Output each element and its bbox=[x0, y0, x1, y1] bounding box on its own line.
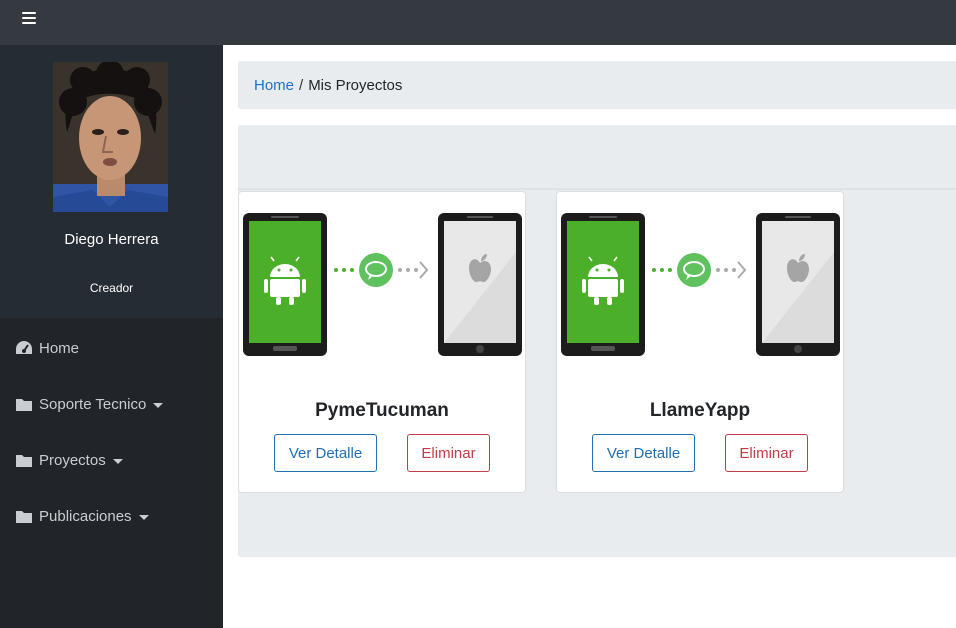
sidebar-item-proyectos[interactable]: Proyectos bbox=[0, 440, 223, 480]
project-image bbox=[241, 212, 523, 358]
user-name: Diego Herrera bbox=[64, 231, 159, 248]
user-profile: Diego Herrera Creador bbox=[0, 45, 223, 318]
delete-button[interactable]: Eliminar bbox=[407, 434, 490, 472]
iphone-icon bbox=[438, 213, 522, 356]
view-detail-button[interactable]: Ver Detalle bbox=[274, 434, 377, 472]
iphone-icon bbox=[756, 213, 840, 356]
breadcrumb-current: Mis Proyectos bbox=[308, 76, 403, 94]
project-title: LlameYapp bbox=[649, 400, 751, 421]
caret-down-icon bbox=[138, 514, 149, 520]
sidebar-item-publicaciones[interactable]: Publicaciones bbox=[0, 496, 223, 536]
delete-button[interactable]: Eliminar bbox=[725, 434, 808, 472]
sidebar-item-label: Publicaciones bbox=[39, 507, 132, 525]
user-role: Creador bbox=[89, 281, 134, 295]
project-title: PymeTucuman bbox=[315, 400, 449, 421]
caret-down-icon bbox=[112, 458, 123, 464]
transfer-arrow-icon bbox=[334, 253, 429, 287]
caret-down-icon bbox=[153, 402, 164, 408]
folder-icon bbox=[15, 452, 34, 468]
dashboard-icon bbox=[15, 340, 34, 356]
sidebar-item-label: Proyectos bbox=[39, 451, 106, 469]
breadcrumb: Home / Mis Proyectos bbox=[238, 61, 956, 109]
breadcrumb-separator: / bbox=[299, 76, 304, 94]
sidebar-item-label: Soporte Tecnico bbox=[39, 395, 147, 413]
folder-icon bbox=[15, 396, 34, 412]
top-navbar bbox=[0, 0, 956, 45]
project-card: PymeTucuman Ver Detalle Eliminar bbox=[238, 191, 526, 493]
sidebar-item-soporte-tecnico[interactable]: Soporte Tecnico bbox=[0, 384, 223, 424]
transfer-arrow-icon bbox=[652, 253, 747, 287]
divider bbox=[238, 188, 956, 190]
sidebar-item-label: Home bbox=[39, 339, 80, 357]
project-card: LlameYapp Ver Detalle Eliminar bbox=[556, 191, 844, 493]
view-detail-button[interactable]: Ver Detalle bbox=[592, 434, 695, 472]
avatar bbox=[53, 62, 168, 212]
android-phone-icon bbox=[243, 213, 327, 356]
sidebar: Diego Herrera Creador Home Soporte Tecni… bbox=[0, 45, 223, 628]
folder-icon bbox=[15, 508, 34, 524]
hamburger-menu-icon[interactable] bbox=[22, 12, 36, 24]
android-phone-icon bbox=[561, 213, 645, 356]
breadcrumb-home-link[interactable]: Home bbox=[254, 77, 294, 94]
sidebar-item-home[interactable]: Home bbox=[0, 328, 223, 368]
project-image bbox=[559, 212, 841, 358]
